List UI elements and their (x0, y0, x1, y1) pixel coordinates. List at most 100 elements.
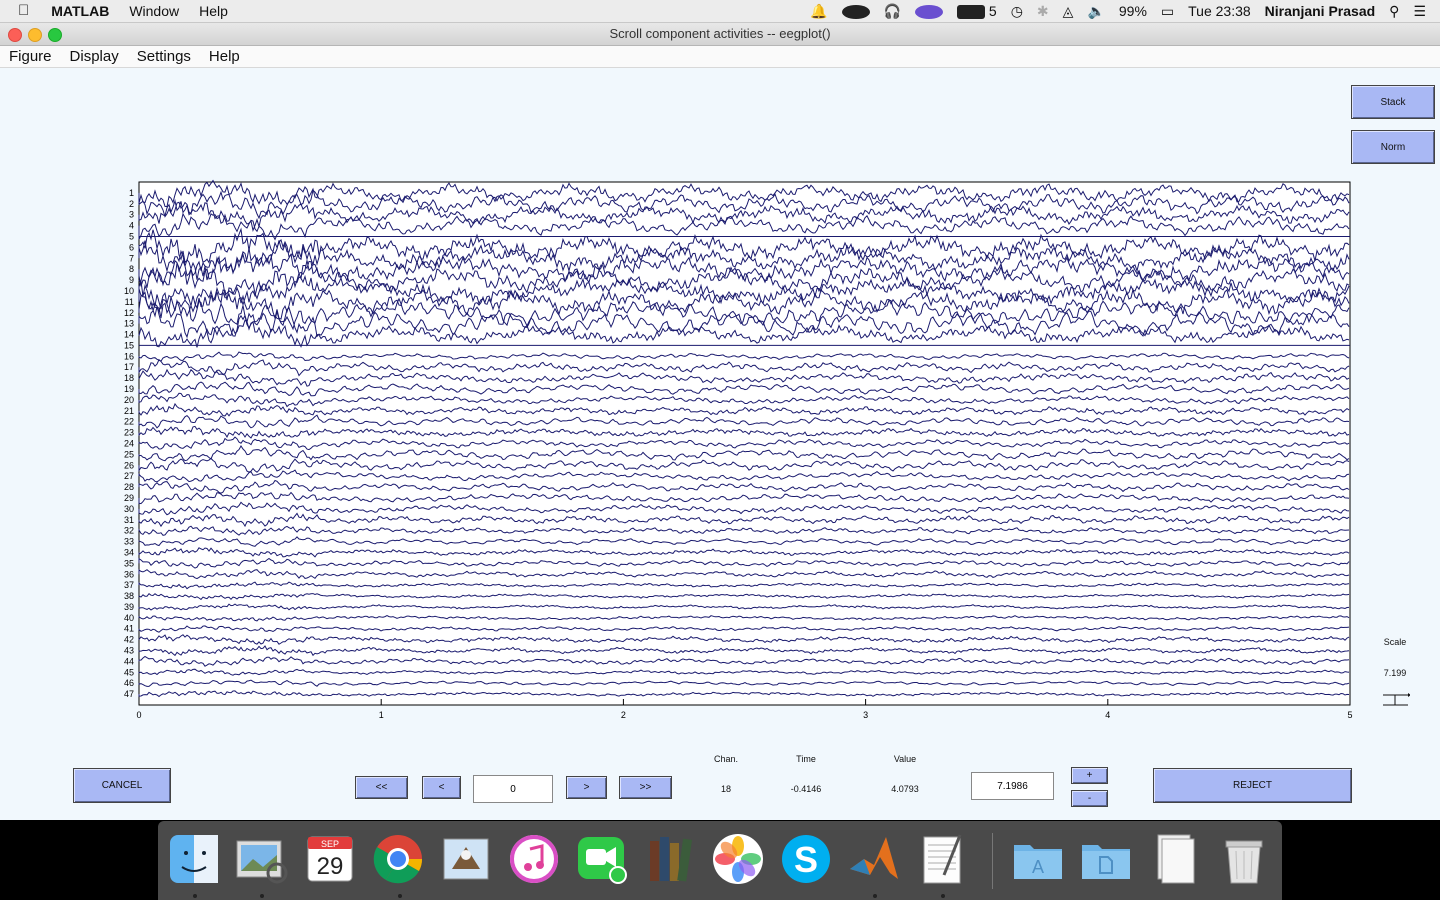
adobe-status-icon[interactable]: 5 (950, 0, 1004, 22)
status-area: 🔔 🎧 5 ◷ ✱ ◬ 🔈 99% ▭ Tue 23:38 Niranjani … (803, 0, 1440, 22)
scale-input[interactable]: 7.1986 (971, 772, 1054, 800)
channel-label: 5 (129, 231, 134, 241)
itunes-icon[interactable] (506, 831, 562, 887)
time-label: Time (796, 754, 816, 764)
scale-decrease-button[interactable]: - (1071, 790, 1108, 807)
channel-label: 47 (124, 689, 134, 699)
channel-label: 45 (124, 667, 134, 677)
scale-bar-icon (1383, 693, 1410, 706)
menu-matlab[interactable]: MATLAB (41, 0, 119, 22)
channel-label: 39 (124, 602, 134, 612)
notification-bell-icon[interactable]: 🔔 (803, 0, 834, 22)
channel-label: 41 (124, 624, 134, 634)
x-tick-label: 1 (379, 710, 384, 720)
reject-button[interactable]: REJECT (1153, 768, 1352, 803)
spotlight-search-icon[interactable]: ⚲ (1382, 0, 1406, 22)
bluetooth-icon[interactable]: ✱ (1030, 0, 1056, 22)
scale-label: Scale (1383, 637, 1407, 647)
eegplot-window: Scroll component activities -- eegplot()… (0, 23, 1440, 820)
channel-label: 10 (124, 286, 134, 296)
photos-icon[interactable] (710, 831, 766, 887)
position-input[interactable]: 0 (473, 775, 553, 803)
notification-center-icon[interactable]: ☰ (1406, 0, 1440, 22)
channel-label: 37 (124, 580, 134, 590)
user-name[interactable]: Niranjani Prasad (1258, 0, 1383, 22)
channel-label: 16 (124, 351, 134, 361)
mail-icon[interactable] (438, 831, 494, 887)
clock[interactable]: Tue 23:38 (1181, 0, 1258, 22)
time-machine-icon[interactable]: ◷ (1004, 0, 1030, 22)
scale-increase-button[interactable]: + (1071, 767, 1108, 784)
channel-label: 28 (124, 482, 134, 492)
scale-value: 7.199 (1383, 668, 1407, 678)
channel-label: 1 (129, 188, 134, 198)
channel-label: 29 (124, 493, 134, 503)
scroll-prev-button[interactable]: < (422, 776, 461, 799)
menu-window[interactable]: Window (119, 0, 189, 22)
preview-icon[interactable] (233, 831, 289, 887)
skype-icon[interactable]: S (778, 831, 834, 887)
calendar-icon[interactable]: SEP 29 (302, 831, 358, 887)
channel-label: 43 (124, 646, 134, 656)
scroll-next-button[interactable]: > (566, 776, 607, 799)
time-value: -0.4146 (790, 784, 822, 794)
x-tick-label: 5 (1347, 710, 1352, 720)
stack-button[interactable]: Stack (1351, 85, 1435, 119)
battery-icon[interactable]: ▭ (1154, 0, 1181, 22)
creative-cloud-icon[interactable] (908, 0, 950, 22)
menu-bar:  MATLAB Window Help 🔔 🎧 5 ◷ ✱ ◬ 🔈 99% ▭… (0, 0, 1440, 23)
x-tick-label: 0 (136, 710, 141, 720)
headphones-icon[interactable]: 🎧 (877, 0, 908, 22)
svg-text:A: A (1032, 857, 1044, 877)
channel-label: 21 (124, 406, 134, 416)
norm-button[interactable]: Norm (1351, 130, 1435, 164)
chrome-icon[interactable] (370, 831, 426, 887)
channel-label: 13 (124, 319, 134, 329)
svg-text:S: S (794, 839, 818, 880)
channel-label: 35 (124, 558, 134, 568)
channel-label: 31 (124, 515, 134, 525)
channel-label: 22 (124, 417, 134, 427)
applications-folder-icon[interactable]: A (1010, 831, 1066, 887)
textedit-icon[interactable] (914, 831, 970, 887)
finder-icon[interactable] (166, 831, 222, 887)
scroll-first-button[interactable]: << (355, 776, 408, 799)
channel-label: 32 (124, 526, 134, 536)
apple-menu-icon[interactable]:  (0, 0, 41, 22)
eeg-plot[interactable]: 1234567891011121314151617181920212223242… (0, 23, 1440, 820)
channel-label: 20 (124, 395, 134, 405)
channel-label: 18 (124, 373, 134, 383)
matlab-icon[interactable] (846, 831, 902, 887)
channel-label: 9 (129, 275, 134, 285)
channel-label: 8 (129, 264, 134, 274)
channel-label: 15 (124, 340, 134, 350)
battery-percent[interactable]: 99% (1112, 0, 1154, 22)
chat-bubble-icon[interactable] (835, 0, 877, 22)
trash-icon[interactable] (1216, 831, 1272, 887)
cancel-button[interactable]: CANCEL (73, 768, 171, 803)
value-value: 4.0793 (891, 784, 919, 794)
channel-label: 2 (129, 199, 134, 209)
facetime-icon[interactable] (574, 831, 630, 887)
channel-label: 27 (124, 471, 134, 481)
channel-label: 12 (124, 308, 134, 318)
menu-help[interactable]: Help (189, 0, 238, 22)
ibooks-icon[interactable] (642, 831, 698, 887)
channel-label: 19 (124, 384, 134, 394)
wifi-icon[interactable]: ◬ (1056, 0, 1081, 22)
channel-label: 34 (124, 547, 134, 557)
x-tick-label: 4 (1105, 710, 1110, 720)
channel-label: 14 (124, 330, 134, 340)
channel-label: 36 (124, 569, 134, 579)
channel-label: 17 (124, 362, 134, 372)
volume-icon[interactable]: 🔈 (1080, 0, 1111, 22)
downloads-stack-icon[interactable] (1148, 831, 1204, 887)
channel-label: 11 (125, 297, 134, 307)
scroll-last-button[interactable]: >> (619, 776, 672, 799)
channel-label: 44 (124, 656, 134, 666)
documents-folder-icon[interactable] (1078, 831, 1134, 887)
chan-label: Chan. (713, 754, 739, 764)
x-tick-label: 2 (621, 710, 626, 720)
channel-label: 38 (124, 591, 134, 601)
channel-label: 25 (124, 449, 134, 459)
